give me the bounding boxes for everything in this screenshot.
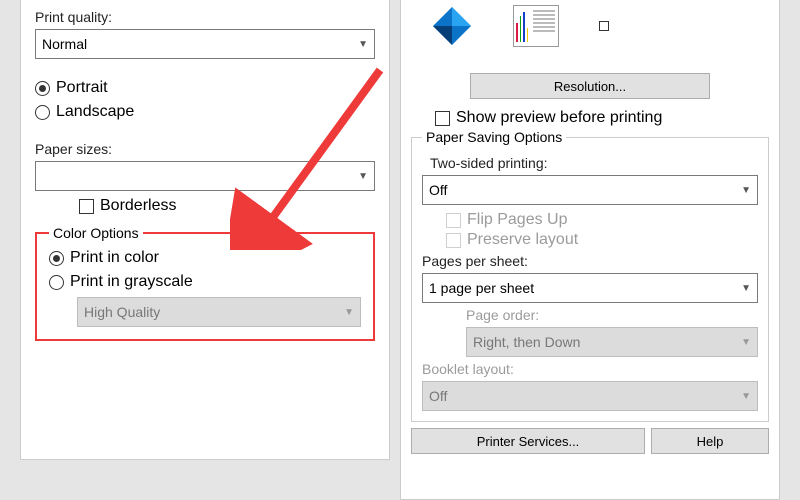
- print-quality-label: Print quality:: [35, 9, 375, 25]
- portrait-radio[interactable]: Portrait: [35, 79, 375, 97]
- booklet-layout-value: Off: [429, 388, 447, 404]
- radio-icon: [35, 105, 50, 120]
- portrait-label: Portrait: [56, 79, 108, 97]
- document-preview-icon: [513, 5, 559, 47]
- checkbox-icon: [435, 111, 450, 126]
- grayscale-quality-value: High Quality: [84, 304, 160, 320]
- checkbox-icon: [446, 213, 461, 228]
- preserve-layout-label: Preserve layout: [467, 231, 578, 249]
- print-in-color-label: Print in color: [70, 249, 159, 267]
- flip-pages-label: Flip Pages Up: [467, 211, 568, 229]
- booklet-layout-label: Booklet layout:: [422, 361, 758, 377]
- preview-icons: [411, 0, 769, 53]
- print-quality-select[interactable]: Normal ▼: [35, 29, 375, 59]
- preserve-layout-checkbox: Preserve layout: [446, 231, 758, 249]
- radio-icon: [35, 81, 50, 96]
- bottom-button-row: Printer Services... Help: [411, 428, 769, 454]
- radio-icon: [49, 251, 64, 266]
- color-options-legend: Color Options: [49, 225, 143, 241]
- left-panel: Print quality: Normal ▼ Portrait Landsca…: [20, 0, 390, 460]
- color-options-group: Color Options Print in color Print in gr…: [35, 225, 375, 341]
- chevron-down-icon: ▼: [358, 39, 368, 50]
- chevron-down-icon: ▼: [741, 283, 751, 294]
- chevron-down-icon: ▼: [358, 171, 368, 182]
- radio-icon: [49, 275, 64, 290]
- booklet-layout-select: Off ▼: [422, 381, 758, 411]
- show-preview-label: Show preview before printing: [456, 109, 662, 127]
- pages-per-sheet-label: Pages per sheet:: [422, 253, 758, 269]
- windows-logo-icon: [431, 5, 473, 47]
- thumbnail-placeholder-icon: [599, 21, 609, 31]
- paper-saving-group: Paper Saving Options Two-sided printing:…: [411, 129, 769, 422]
- chevron-down-icon: ▼: [741, 337, 751, 348]
- print-quality-value: Normal: [42, 36, 87, 52]
- two-sided-value: Off: [429, 182, 447, 198]
- page-order-label: Page order:: [466, 307, 758, 323]
- paper-saving-legend: Paper Saving Options: [422, 129, 566, 145]
- grayscale-quality-select: High Quality ▼: [77, 297, 361, 327]
- print-in-grayscale-radio[interactable]: Print in grayscale: [49, 273, 361, 291]
- landscape-radio[interactable]: Landscape: [35, 103, 375, 121]
- flip-pages-checkbox: Flip Pages Up: [446, 211, 758, 229]
- borderless-checkbox[interactable]: Borderless: [79, 197, 375, 215]
- paper-sizes-select[interactable]: ▼: [35, 161, 375, 191]
- print-in-color-radio[interactable]: Print in color: [49, 249, 361, 267]
- pages-per-sheet-value: 1 page per sheet: [429, 280, 534, 296]
- borderless-label: Borderless: [100, 197, 176, 215]
- page-order-select: Right, then Down ▼: [466, 327, 758, 357]
- two-sided-label: Two-sided printing:: [430, 155, 758, 171]
- right-panel: Resolution... Show preview before printi…: [400, 0, 780, 500]
- chevron-down-icon: ▼: [344, 307, 354, 318]
- pages-per-sheet-select[interactable]: 1 page per sheet ▼: [422, 273, 758, 303]
- chevron-down-icon: ▼: [741, 391, 751, 402]
- landscape-label: Landscape: [56, 103, 134, 121]
- printer-services-button[interactable]: Printer Services...: [411, 428, 645, 454]
- help-button[interactable]: Help: [651, 428, 769, 454]
- resolution-button[interactable]: Resolution...: [470, 73, 710, 99]
- print-in-grayscale-label: Print in grayscale: [70, 273, 193, 291]
- two-sided-select[interactable]: Off ▼: [422, 175, 758, 205]
- checkbox-icon: [79, 199, 94, 214]
- checkbox-icon: [446, 233, 461, 248]
- chevron-down-icon: ▼: [741, 185, 751, 196]
- page-order-value: Right, then Down: [473, 334, 580, 350]
- paper-sizes-label: Paper sizes:: [35, 141, 375, 157]
- show-preview-checkbox[interactable]: Show preview before printing: [435, 109, 769, 127]
